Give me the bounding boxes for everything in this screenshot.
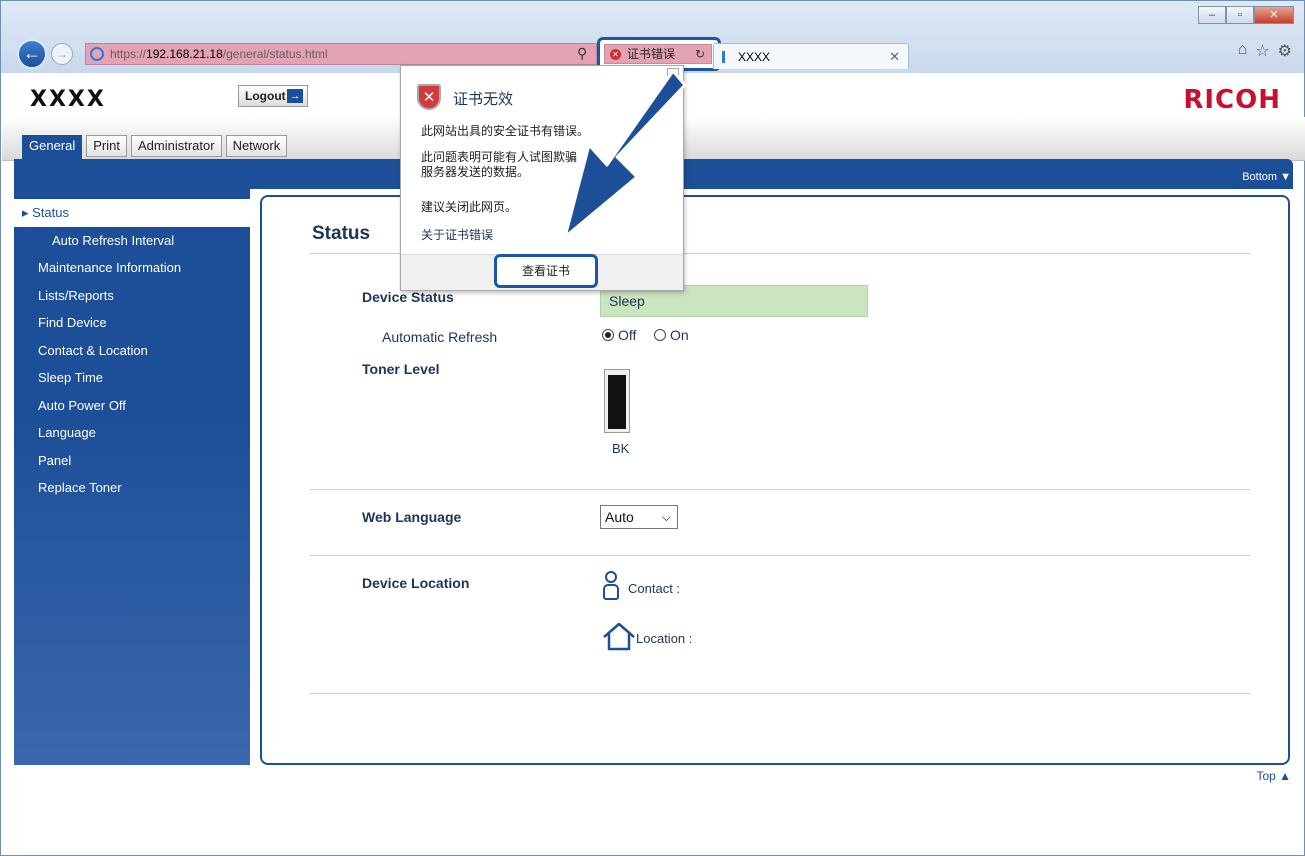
- tab-title: XXXX: [738, 50, 771, 64]
- divider: [310, 555, 1250, 556]
- radio-off[interactable]: Off: [602, 327, 636, 343]
- maximize-button[interactable]: ▫: [1226, 6, 1254, 24]
- location-house-icon: [603, 622, 635, 651]
- logout-button[interactable]: Logout →: [238, 85, 308, 107]
- sidebar-item-auto-refresh-interval[interactable]: Auto Refresh Interval: [14, 227, 250, 255]
- window-controls: – ▫ ✕: [1198, 6, 1294, 24]
- address-path: /general/status.html: [222, 47, 328, 61]
- popup-line2a: 此问题表明可能有人试图欺骗: [421, 150, 578, 164]
- popup-line3: 建议关闭此网页。: [421, 200, 518, 214]
- radio-on-dot[interactable]: [654, 329, 666, 341]
- toolbar-icons: ⌂ ☆ ⚙: [1238, 41, 1292, 61]
- popup-title: 证书无效: [453, 91, 514, 108]
- chevron-down-icon: ⌵: [661, 510, 671, 524]
- bottom-link[interactable]: Bottom ▼: [1242, 171, 1291, 183]
- sidebar-item-language[interactable]: Language: [14, 419, 250, 447]
- address-host: 192.168.21.18: [146, 47, 223, 61]
- radio-off-label: Off: [618, 327, 637, 343]
- radio-on[interactable]: On: [654, 327, 689, 343]
- tab-network[interactable]: Network: [225, 135, 288, 157]
- web-language-select[interactable]: Auto ⌵: [600, 505, 678, 529]
- radio-on-label: On: [670, 327, 689, 343]
- page-icon: [722, 51, 732, 63]
- minimize-button[interactable]: –: [1198, 6, 1226, 24]
- toner-fill: [608, 375, 626, 429]
- star-icon[interactable]: ☆: [1255, 41, 1269, 61]
- sidebar-item-sleep-time[interactable]: Sleep Time: [14, 364, 250, 392]
- logo: XXXX: [30, 87, 106, 112]
- brand-logo: RICOH: [1183, 85, 1281, 115]
- popup-line2b: 服务器发送的数据。: [421, 165, 530, 179]
- location-label: Location :: [636, 631, 693, 646]
- logout-label: Logout: [245, 89, 286, 103]
- search-icon[interactable]: ⚲: [577, 45, 587, 62]
- sidebar-item-find-device[interactable]: Find Device: [14, 309, 250, 337]
- contact-person-icon: [602, 571, 620, 603]
- toner-color-label: BK: [612, 441, 630, 456]
- sidebar-item-auto-power-off[interactable]: Auto Power Off: [14, 392, 250, 420]
- view-certificate-button[interactable]: 查看证书: [494, 254, 598, 288]
- browser-window: – ▫ ✕ ← → https://192.168.21.18/general/…: [0, 0, 1305, 856]
- tab-administrator[interactable]: Administrator: [130, 135, 222, 157]
- sidebar: ▸ Status Auto Refresh Interval Maintenan…: [14, 189, 250, 765]
- cert-error-label: 证书错误: [627, 47, 676, 61]
- forward-button[interactable]: →: [51, 43, 73, 65]
- refresh-icon[interactable]: ↻: [695, 45, 705, 63]
- home-icon[interactable]: ⌂: [1238, 41, 1248, 61]
- sidebar-item-maintenance-information[interactable]: Maintenance Information: [14, 254, 250, 282]
- page-title: Status: [312, 223, 371, 244]
- contact-label: Contact :: [628, 581, 681, 596]
- browser-tab[interactable]: XXXX ✕: [713, 43, 909, 69]
- arrow-right-icon: →: [287, 89, 303, 103]
- tab-close-icon[interactable]: ✕: [889, 49, 900, 65]
- ie-logo-icon: [90, 47, 104, 61]
- browser-chrome: – ▫ ✕ ← → https://192.168.21.18/general/…: [1, 1, 1304, 73]
- back-button[interactable]: ←: [17, 39, 47, 69]
- device-location-label: Device Location: [362, 575, 470, 591]
- sidebar-item-replace-toner[interactable]: Replace Toner: [14, 474, 250, 502]
- tab-general[interactable]: General: [22, 135, 83, 161]
- sidebar-item-status[interactable]: ▸ Status: [14, 199, 250, 227]
- web-language-label: Web Language: [362, 509, 462, 525]
- toner-level-label: Toner Level: [362, 361, 440, 377]
- web-language-value: Auto: [605, 509, 634, 525]
- auto-refresh-label: Automatic Refresh: [382, 329, 498, 345]
- cert-error-button[interactable]: ✕ 证书错误 ↻: [604, 44, 712, 64]
- sidebar-item-lists-reports[interactable]: Lists/Reports: [14, 282, 250, 310]
- tab-print[interactable]: Print: [86, 135, 127, 157]
- error-x-icon: ✕: [610, 49, 621, 60]
- main-tabs: General Print Administrator Network: [22, 135, 288, 161]
- address-bar[interactable]: https://192.168.21.18/general/status.htm…: [85, 43, 597, 65]
- divider: [310, 489, 1250, 490]
- gear-icon[interactable]: ⚙: [1278, 41, 1292, 61]
- divider: [310, 693, 1250, 694]
- sidebar-item-contact-location[interactable]: Contact & Location: [14, 337, 250, 365]
- shield-error-icon: ✕: [417, 84, 441, 110]
- close-window-button[interactable]: ✕: [1254, 6, 1294, 24]
- device-status-label: Device Status: [362, 289, 454, 305]
- address-url: https://192.168.21.18/general/status.htm…: [110, 47, 328, 61]
- cert-error-link[interactable]: 关于证书错误: [421, 226, 493, 243]
- radio-off-dot[interactable]: [602, 329, 614, 341]
- toner-gauge: [604, 369, 630, 433]
- top-link[interactable]: Top ▲: [1256, 769, 1291, 783]
- sidebar-item-panel[interactable]: Panel: [14, 447, 250, 475]
- callout-arrow-icon: [563, 69, 687, 239]
